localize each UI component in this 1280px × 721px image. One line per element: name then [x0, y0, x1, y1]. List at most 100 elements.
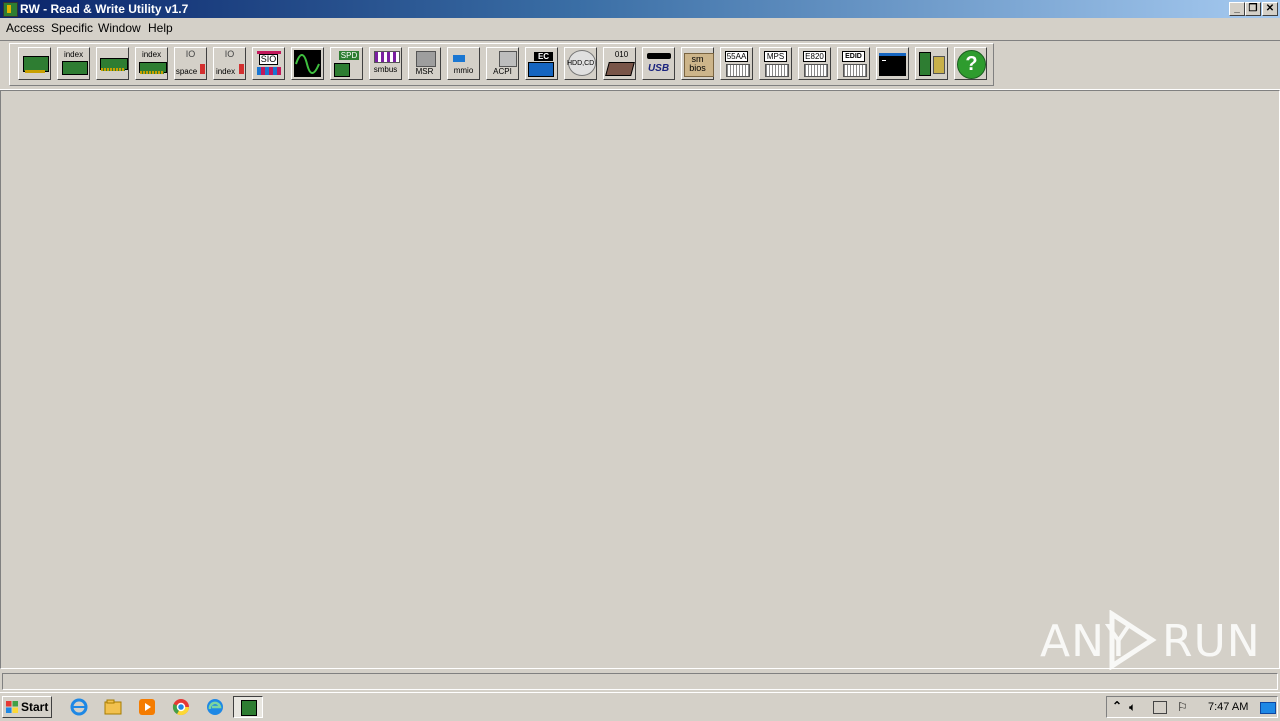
spd-button[interactable]: SPD — [330, 47, 363, 80]
ec-label: EC — [534, 52, 553, 61]
memory-index-label: index — [141, 50, 162, 59]
help-icon: ? — [957, 50, 986, 79]
start-label: Start — [21, 700, 49, 714]
pci-button[interactable] — [18, 47, 51, 80]
pci-index-card-icon — [62, 61, 88, 75]
usb-button[interactable]: USB — [642, 47, 675, 80]
command-window-button[interactable] — [876, 47, 909, 80]
e820-button[interactable]: E820 — [798, 47, 831, 80]
window-title: RW - Read & Write Utility v1.7 — [20, 2, 189, 16]
terminal-icon — [879, 53, 906, 76]
usb-label: USB — [647, 63, 670, 74]
io-space-button[interactable]: IO space — [174, 47, 207, 80]
acpi-label: ACPI — [493, 67, 512, 76]
smbios-label-bottom: bios — [689, 63, 706, 73]
volume-icon[interactable]: 🔈︎ — [1129, 700, 1136, 715]
network-icon[interactable] — [1153, 701, 1167, 714]
close-button[interactable]: ✕ — [1262, 2, 1278, 16]
windows-logo-icon — [6, 701, 18, 713]
chrome-icon[interactable] — [172, 698, 190, 716]
memory-index-button[interactable]: index — [135, 47, 168, 80]
sio-label: SIO — [259, 54, 278, 65]
laptop-icon — [528, 62, 554, 77]
io-arrow-icon — [200, 64, 205, 74]
edid-grid-icon — [843, 64, 867, 77]
show-desktop-icon[interactable] — [1260, 702, 1276, 714]
show-hidden-icons-icon[interactable]: ⌃ — [1112, 699, 1122, 713]
memory-pins-icon — [101, 68, 125, 71]
media-player-icon[interactable] — [138, 698, 156, 716]
memory-button[interactable] — [96, 47, 129, 80]
minimize-button[interactable]: _ — [1229, 2, 1245, 16]
acpi-button[interactable]: ACPI — [486, 47, 519, 80]
msr-button[interactable]: MSR — [408, 47, 441, 80]
io-index-label: index — [215, 67, 236, 76]
script-battery-icon — [933, 56, 945, 74]
io-index-chip-icon: IO — [224, 49, 235, 59]
menu-window[interactable]: Window — [98, 21, 141, 35]
smbus-label: smbus — [373, 65, 398, 74]
help-button[interactable]: ? — [954, 47, 987, 80]
mmio-label: mmio — [453, 66, 474, 75]
taskbar: Start ⌃ 🔈︎ ⚐ 7:47 AM — [0, 692, 1280, 721]
internet-explorer-icon[interactable] — [70, 698, 88, 716]
e820-grid-icon — [804, 64, 828, 77]
menu-specific[interactable]: Specific — [51, 21, 93, 35]
hdd-cd-label: HDD,CD — [567, 60, 595, 67]
watermark-right: RUN — [1162, 616, 1261, 667]
restore-button[interactable]: ❐ — [1245, 2, 1261, 16]
io-index-arrow-icon — [239, 64, 244, 74]
rw-taskbar-button[interactable] — [233, 696, 263, 718]
embedded-controller-button[interactable]: EC — [525, 47, 558, 80]
spd-module-icon — [334, 63, 350, 77]
smbus-button[interactable]: smbus — [369, 47, 402, 80]
play-logo-icon — [1109, 610, 1157, 670]
taskbar-clock[interactable]: 7:47 AM — [1208, 701, 1248, 713]
pci-index-button[interactable]: index — [57, 47, 90, 80]
menu-bar: Access Specific Window Help — [0, 18, 1280, 38]
script-board-icon — [919, 52, 931, 76]
title-bar: RW - Read & Write Utility v1.7 _ ❐ ✕ — [0, 0, 1280, 18]
rw-app-icon — [241, 700, 257, 716]
menu-access[interactable]: Access — [6, 21, 45, 35]
system-tray: ⌃ 🔈︎ ⚐ — [1106, 696, 1278, 718]
cpu-chip-icon — [416, 51, 436, 67]
option-rom-button[interactable]: 55AA — [720, 47, 753, 80]
e820-label: E820 — [803, 51, 826, 62]
usb-plug-icon — [647, 53, 671, 59]
pci-index-label: index — [63, 50, 84, 59]
memory-index-pins-icon — [140, 71, 164, 74]
disk-binary-button[interactable]: 010 — [603, 47, 636, 80]
menu-help[interactable]: Help — [148, 21, 173, 35]
file-explorer-icon[interactable] — [104, 698, 122, 716]
smbios-button[interactable]: sm bios — [681, 47, 714, 80]
sio-chip-icon — [257, 51, 281, 54]
mps-grid-icon — [765, 64, 789, 77]
edge-icon[interactable] — [206, 698, 224, 716]
waveform-icon — [294, 50, 321, 77]
action-center-flag-icon[interactable]: ⚐ — [1177, 700, 1188, 714]
acpi-table-icon — [499, 51, 517, 67]
super-io-button[interactable]: SIO — [252, 47, 285, 80]
mps-button[interactable]: MPS — [759, 47, 792, 80]
io-space-label: space — [175, 67, 198, 76]
hard-disk-icon — [605, 62, 635, 76]
mdi-client-area — [0, 90, 1280, 669]
ata-atapi-button[interactable]: HDD,CD — [564, 47, 597, 80]
edid-button[interactable]: EDID — [837, 47, 870, 80]
start-button[interactable]: Start — [2, 696, 52, 718]
app-icon[interactable] — [3, 2, 18, 17]
pci-connector-icon — [25, 70, 45, 73]
prompt-icon — [882, 60, 886, 61]
option-rom-label: 55AA — [725, 51, 748, 62]
io-index-button[interactable]: IO index — [213, 47, 246, 80]
anyrun-watermark: ANY RUN — [1040, 610, 1260, 670]
sio-leds-icon — [257, 67, 281, 75]
msr-label: MSR — [415, 67, 434, 76]
edid-label: EDID — [842, 51, 865, 62]
mmio-button[interactable]: mmio — [447, 47, 480, 80]
script-button[interactable] — [915, 47, 948, 80]
io-chip-icon: IO — [185, 49, 196, 59]
clock-generator-button[interactable] — [291, 47, 324, 80]
mmio-block-icon — [453, 55, 465, 62]
